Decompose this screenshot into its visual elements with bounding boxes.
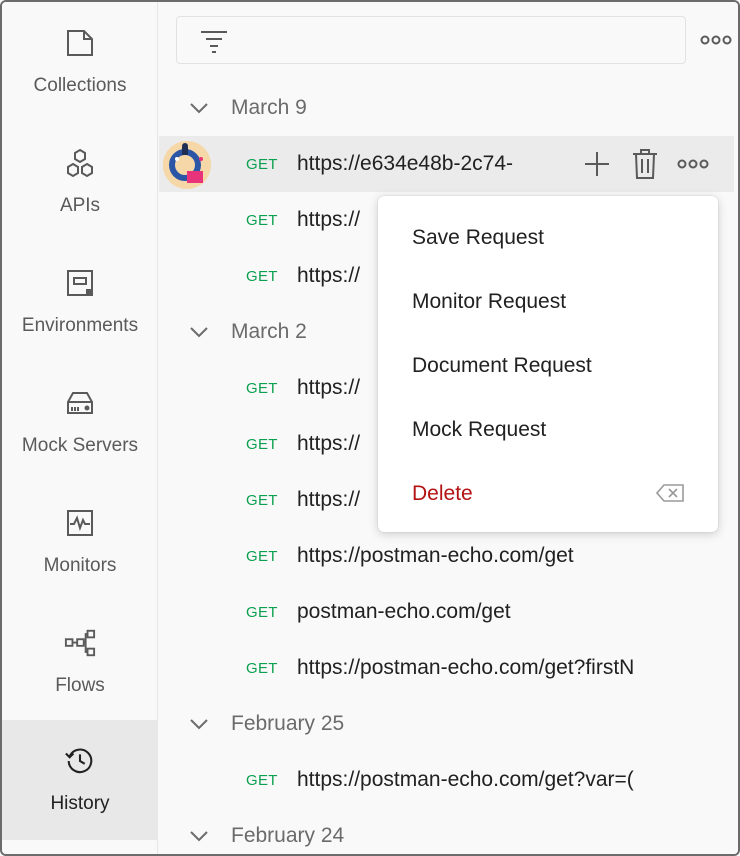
request-url: https:// [297, 208, 361, 231]
history-request-row[interactable]: GET https://e634e48b-2c74- [159, 136, 734, 192]
history-group-header[interactable]: March 2 [159, 312, 307, 352]
history-request-row[interactable]: GET https://postman-echo.com/get?firstN [159, 640, 738, 696]
history-group-title: March 9 [231, 96, 307, 119]
history-group-title: March 2 [231, 320, 307, 343]
request-url: https://e634e48b-2c74- [297, 152, 513, 175]
history-group-header[interactable]: March 9 [159, 88, 307, 128]
request-method: GET [246, 603, 278, 621]
environment-icon [64, 267, 96, 299]
sidebar-item-flows[interactable]: Flows [2, 602, 158, 722]
request-url: https://postman-echo.com/get [297, 544, 574, 567]
history-group-header[interactable]: February 24 [159, 816, 345, 854]
trash-icon[interactable] [629, 148, 661, 180]
sidebar-item-mock-servers[interactable]: Mock Servers [2, 362, 158, 482]
sidebar-item-label: Monitors [43, 555, 117, 576]
add-icon[interactable] [581, 148, 613, 180]
request-url: https://postman-echo.com/get?firstN [297, 656, 635, 679]
history-request-row[interactable]: GET https://postman-echo.com/get?var=( [159, 752, 738, 808]
mock-server-icon [64, 387, 96, 419]
history-icon [64, 745, 96, 777]
sidebar-item-label: Collections [33, 75, 127, 96]
menu-item-label: Delete [412, 482, 473, 505]
request-context-menu: Save Request Monitor Request Document Re… [378, 196, 718, 532]
history-request-row[interactable]: GET https://postman-echo.com/get [159, 528, 738, 584]
sidebar: Collections APIs Environments Mock Serve… [2, 2, 158, 854]
request-method: GET [246, 771, 278, 789]
menu-item-delete[interactable]: Delete [378, 462, 718, 526]
menu-item-label: Save Request [412, 226, 544, 249]
history-group-title: February 24 [231, 824, 345, 847]
request-method: GET [246, 547, 278, 565]
chevron-down-icon[interactable] [189, 102, 219, 114]
chevron-down-icon[interactable] [189, 326, 219, 338]
sidebar-item-label: Environments [21, 315, 139, 336]
request-method: GET [246, 155, 278, 173]
sidebar-item-environments[interactable]: Environments [2, 242, 158, 362]
menu-item-mock-request[interactable]: Mock Request [378, 398, 718, 462]
request-url: https://postman-echo.com/get?var=( [297, 768, 634, 791]
request-method: GET [246, 211, 278, 229]
sidebar-item-collections[interactable]: Collections [2, 2, 158, 122]
request-url: postman-echo.com/get [297, 600, 511, 623]
monitor-icon [64, 507, 96, 539]
history-group-title: February 25 [231, 712, 345, 735]
backspace-icon [655, 484, 684, 508]
filter-input[interactable] [176, 16, 686, 64]
sidebar-item-label: Mock Servers [21, 435, 139, 456]
menu-item-label: Mock Request [412, 418, 547, 441]
flows-icon [64, 627, 96, 659]
history-group-header[interactable]: February 25 [159, 704, 344, 744]
menu-item-save-request[interactable]: Save Request [378, 206, 718, 270]
app-window: Collections APIs Environments Mock Serve… [0, 0, 740, 856]
request-method: GET [246, 491, 278, 509]
apis-icon [64, 147, 96, 179]
chevron-down-icon[interactable] [189, 830, 219, 842]
sidebar-item-label: Flows [55, 675, 105, 696]
more-options-icon[interactable] [700, 30, 732, 50]
menu-item-document-request[interactable]: Document Request [378, 334, 718, 398]
sidebar-item-history[interactable]: History [2, 720, 158, 840]
collection-icon [64, 27, 96, 59]
request-method: GET [246, 659, 278, 677]
sidebar-item-apis[interactable]: APIs [2, 122, 158, 242]
request-url: https:// [297, 376, 361, 399]
menu-item-label: Monitor Request [412, 290, 567, 313]
chevron-down-icon[interactable] [189, 718, 219, 730]
menu-item-monitor-request[interactable]: Monitor Request [378, 270, 718, 334]
sidebar-item-monitors[interactable]: Monitors [2, 482, 158, 602]
avatar [163, 141, 211, 189]
request-method: GET [246, 267, 278, 285]
request-url: https:// [297, 432, 361, 455]
sidebar-item-label: History [50, 793, 110, 814]
request-method: GET [246, 435, 278, 453]
request-url: https:// [297, 488, 361, 511]
sidebar-item-label: APIs [59, 195, 101, 216]
history-request-row[interactable]: GET postman-echo.com/get [159, 584, 738, 640]
filter-icon[interactable] [199, 29, 229, 58]
more-options-icon[interactable] [677, 148, 709, 180]
menu-item-label: Document Request [412, 354, 592, 377]
request-url: https:// [297, 264, 361, 287]
request-method: GET [246, 379, 278, 397]
